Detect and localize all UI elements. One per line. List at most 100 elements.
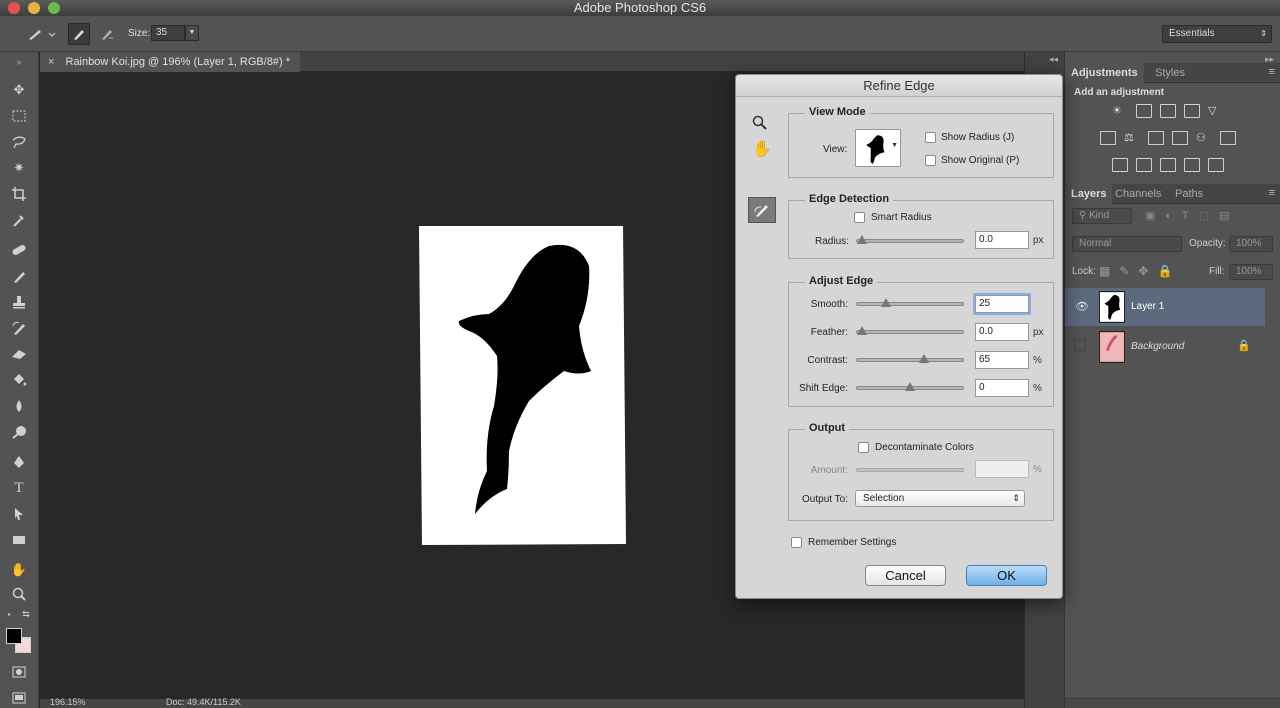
tool-preset-picker[interactable] [22,23,58,45]
feather-input[interactable]: 0.0 [975,323,1029,341]
layer-name[interactable]: Layer 1 [1131,301,1164,312]
channel-mixer-icon[interactable]: ⚇ [1196,131,1212,145]
vibrance-icon[interactable]: ▽ [1208,104,1224,118]
marquee-tool-icon[interactable] [9,106,29,126]
default-colors-icon[interactable]: ▪ [3,608,15,620]
color-lookup-icon[interactable] [1220,131,1236,145]
slider-thumb[interactable] [881,298,891,307]
black-white-icon[interactable] [1148,131,1164,145]
slider-thumb[interactable] [919,354,930,363]
rectangle-tool-icon[interactable] [9,530,29,550]
dodge-tool-icon[interactable] [9,422,29,442]
minimize-window-button[interactable] [28,2,40,14]
eyedropper-tool-icon[interactable] [9,210,29,230]
tab-paths[interactable]: Paths [1169,184,1209,204]
feather-slider[interactable] [856,326,964,335]
tab-channels[interactable]: Channels [1109,184,1167,204]
hue-saturation-icon[interactable] [1100,131,1116,145]
curves-icon[interactable] [1160,104,1176,118]
close-document-icon[interactable]: × [48,56,54,68]
output-to-select[interactable]: Selection ⇕ [855,490,1025,507]
filter-kind-select[interactable]: ⚲ Kind [1072,208,1132,224]
blend-mode-select[interactable]: Normal [1072,236,1182,252]
show-original-checkbox[interactable] [925,155,936,166]
threshold-icon[interactable] [1160,158,1176,172]
filter-icons[interactable]: ▣◐T⬚▤ [1145,209,1240,222]
path-selection-tool-icon[interactable] [9,504,29,524]
zoom-level[interactable]: 196.15% [50,697,86,707]
zoom-tool-icon[interactable] [9,584,29,604]
photo-filter-icon[interactable] [1172,131,1188,145]
exposure-icon[interactable] [1184,104,1200,118]
smooth-input[interactable]: 25 [973,293,1031,315]
refine-radius-tool-button[interactable] [68,23,90,45]
panel-collapse-icon[interactable]: » [9,52,29,72]
document-image[interactable] [419,226,627,546]
remember-settings-checkbox[interactable] [791,537,802,548]
levels-icon[interactable] [1136,104,1152,118]
layer-row-background[interactable]: Background 🔒 [1065,328,1265,366]
zoom-window-button[interactable] [48,2,60,14]
gradient-map-icon[interactable] [1208,158,1224,172]
show-radius-checkbox[interactable] [925,132,936,143]
ok-button[interactable]: OK [966,565,1047,586]
blur-tool-icon[interactable] [9,396,29,416]
brush-tool-icon[interactable] [9,266,29,286]
shift-edge-input[interactable]: 0 [975,379,1029,397]
collapse-left-icon[interactable]: ◂◂ [1049,54,1058,65]
posterize-icon[interactable] [1136,158,1152,172]
panel-menu-icon[interactable]: ≡ [1269,66,1275,78]
tab-styles[interactable]: Styles [1149,63,1191,83]
slider-thumb[interactable] [905,382,915,391]
contrast-slider[interactable] [856,354,964,363]
history-brush-tool-icon[interactable] [9,318,29,338]
color-balance-icon[interactable]: ⚖ [1124,131,1140,145]
slider-thumb[interactable] [857,326,867,335]
smart-radius-checkbox[interactable] [854,212,865,223]
swap-colors-icon[interactable]: ⇆ [20,608,32,620]
size-input[interactable]: 35 [151,25,185,41]
size-dropdown-button[interactable]: ▼ [185,25,199,41]
quick-selection-tool-icon[interactable]: ✷ [9,158,29,178]
fill-input[interactable]: 100% [1229,264,1273,280]
slider-thumb[interactable] [857,235,867,244]
visibility-eye-icon[interactable]: 👁 [1075,300,1089,313]
contrast-input[interactable]: 65 [975,351,1029,369]
erase-refinements-tool-button[interactable] [96,23,118,45]
tab-adjustments[interactable]: Adjustments [1065,63,1144,83]
pen-tool-icon[interactable] [9,452,29,472]
move-tool-icon[interactable]: ✥ [9,80,29,100]
decontaminate-colors-checkbox[interactable] [858,442,869,453]
selective-color-icon[interactable] [1184,158,1200,172]
type-tool-icon[interactable]: T [9,478,29,498]
workspace-select[interactable]: Essentials ⇕ [1162,25,1272,43]
clone-stamp-tool-icon[interactable] [9,292,29,312]
shift-edge-slider[interactable] [856,382,964,391]
tab-layers[interactable]: Layers [1065,184,1113,204]
layer-row-layer-1[interactable]: 👁 Layer 1 [1065,288,1265,326]
visibility-toggle-empty[interactable] [1074,339,1086,351]
hand-icon[interactable]: ✋ [752,139,772,159]
paint-bucket-tool-icon[interactable] [9,370,29,390]
invert-icon[interactable] [1112,158,1128,172]
screen-mode-icon[interactable] [9,688,29,708]
close-window-button[interactable] [8,2,20,14]
layers-panel-menu-icon[interactable]: ≡ [1269,187,1275,199]
zoom-icon[interactable] [752,115,768,134]
refine-radius-tool-icon[interactable] [748,197,776,223]
document-tab[interactable]: × Rainbow Koi.jpg @ 196% (Layer 1, RGB/8… [40,52,300,72]
healing-brush-tool-icon[interactable] [9,240,29,260]
radius-slider[interactable] [856,235,964,244]
quick-mask-icon[interactable] [9,662,29,682]
layer-name[interactable]: Background [1131,341,1184,352]
cancel-button[interactable]: Cancel [865,565,946,586]
radius-input[interactable]: 0.0 [975,231,1029,249]
lasso-tool-icon[interactable] [9,132,29,152]
smooth-slider[interactable] [856,298,964,307]
brightness-contrast-icon[interactable]: ☀ [1112,104,1128,118]
view-mode-picker[interactable]: ▼ [855,129,901,167]
eraser-tool-icon[interactable] [9,344,29,364]
hand-tool-icon[interactable]: ✋ [9,560,29,580]
opacity-input[interactable]: 100% [1229,236,1273,252]
crop-tool-icon[interactable] [9,184,29,204]
